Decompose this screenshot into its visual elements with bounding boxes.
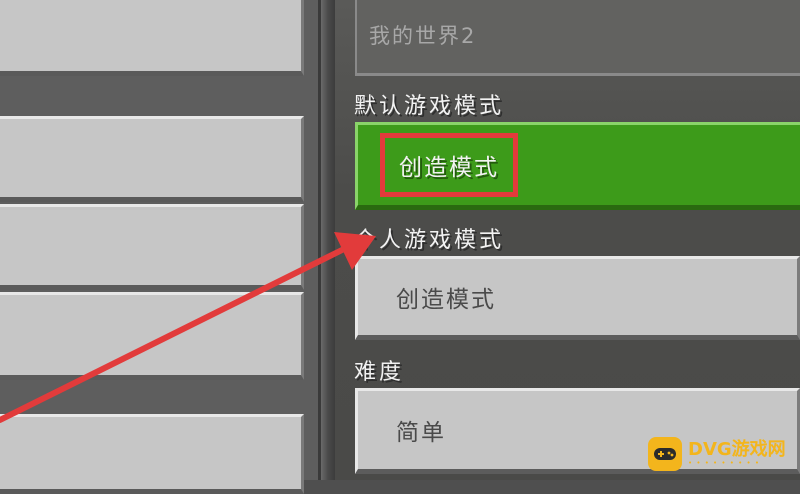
default-mode-label: 默认游戏模式 [354,94,505,119]
difficulty-value: 简单 [396,420,446,446]
watermark-text: DVG游戏网 [688,439,786,460]
personal-mode-value: 创造模式 [396,287,496,313]
left-menu-button-1[interactable] [0,0,304,76]
left-menu-button-5[interactable] [0,414,304,494]
personal-mode-button[interactable]: 创造模式 [355,256,800,340]
left-menu-button-2[interactable] [0,116,304,202]
personal-mode-label: 个人游戏模式 [354,228,505,253]
panel-divider [321,0,335,480]
gamepad-icon [648,437,682,471]
left-menu-button-3[interactable] [0,204,304,290]
difficulty-label: 难度 [354,360,405,385]
world-name-text: 我的世界2 [369,24,477,48]
left-menu-button-4[interactable] [0,292,304,380]
world-name-field[interactable]: 我的世界2 [355,0,800,76]
default-mode-value: 创造模式 [380,133,518,197]
watermark-dots: • • • • • • • • • [688,459,760,467]
default-mode-button[interactable]: 创造模式 [355,122,800,210]
left-menu-panel [0,0,321,494]
site-watermark: DVG游戏网 • • • • • • • • • [648,436,786,472]
